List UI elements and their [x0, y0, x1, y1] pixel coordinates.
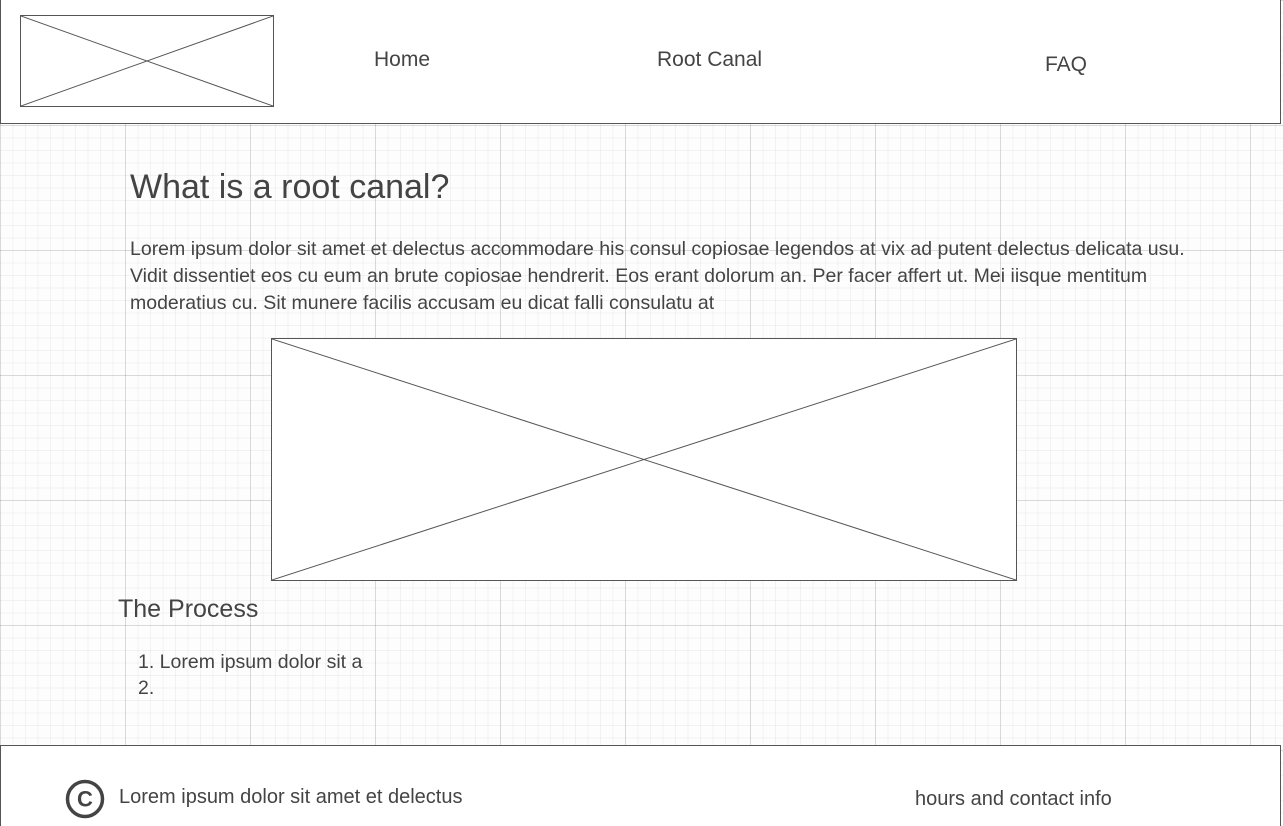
process-steps-list: 1. Lorem ipsum dolor sit a 2.: [138, 649, 362, 701]
copyright-icon: C: [65, 779, 105, 819]
image-placeholder-icon: [21, 16, 273, 106]
process-section-title: The Process: [118, 595, 259, 623]
footer-copyright-text: Lorem ipsum dolor sit amet et delectus: [119, 786, 463, 808]
image-placeholder-icon: [272, 339, 1016, 580]
intro-paragraph: Lorem ipsum dolor sit amet et delectus a…: [130, 238, 1185, 314]
process-step: 1. Lorem ipsum dolor sit a: [138, 651, 363, 673]
logo-image-placeholder[interactable]: [20, 15, 274, 107]
nav-home-link[interactable]: Home: [374, 48, 430, 72]
nav-faq-link[interactable]: FAQ: [1045, 53, 1087, 77]
svg-text:C: C: [77, 787, 93, 812]
footer-contact-link[interactable]: hours and contact info: [915, 788, 1112, 811]
site-header: Home Root Canal FAQ: [0, 0, 1281, 124]
nav-root-canal-link[interactable]: Root Canal: [657, 48, 762, 72]
page-title: What is a root canal?: [130, 168, 450, 206]
site-footer: C Lorem ipsum dolor sit amet et delectus…: [0, 745, 1281, 826]
process-step: 2.: [138, 677, 155, 699]
hero-image-placeholder: [271, 338, 1017, 581]
